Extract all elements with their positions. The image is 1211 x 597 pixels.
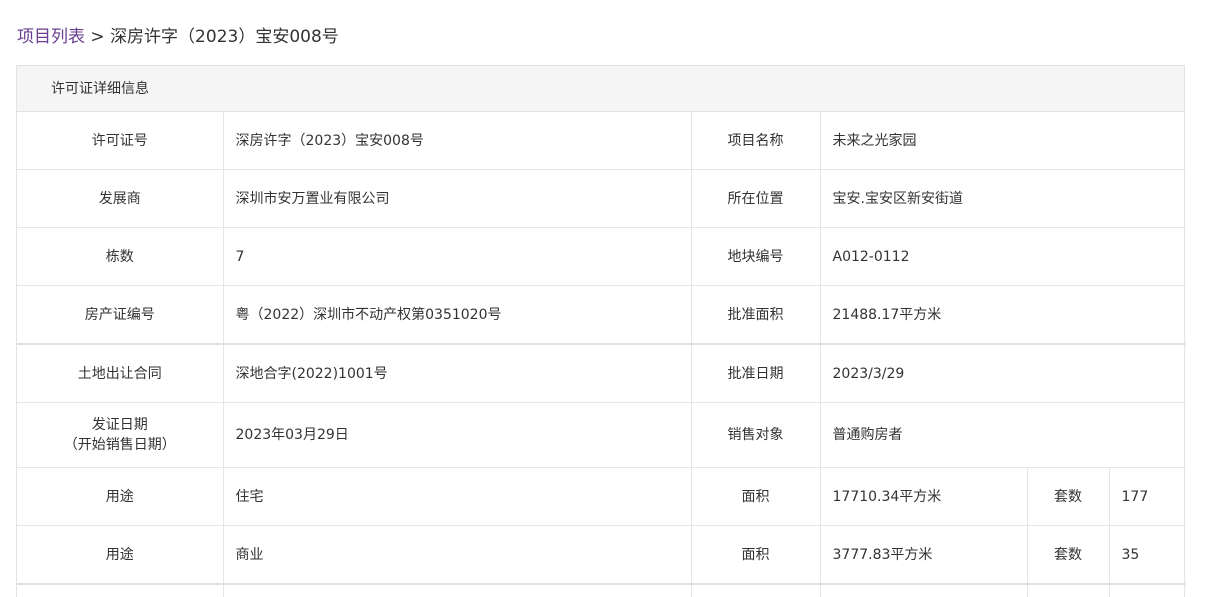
breadcrumb-separator: >	[90, 27, 105, 47]
buildings-value: 7	[222, 227, 692, 286]
buildings-label: 栋数	[17, 227, 224, 286]
usage-value: 住宅	[222, 467, 692, 526]
table-row-partial	[17, 583, 1187, 597]
table-row: 用途 住宅 面积 17710.34平方米 套数 177	[17, 467, 1187, 526]
sales-target-value: 普通购房者	[819, 402, 1187, 468]
location-value: 宝安.宝安区新安街道	[819, 169, 1187, 228]
table-row: 用途 商业 面积 3777.83平方米 套数 35	[17, 525, 1187, 585]
breadcrumb-current: 深房许字（2023）宝安008号	[110, 27, 339, 47]
location-label: 所在位置	[690, 169, 821, 228]
units-value: 177	[1108, 467, 1187, 526]
sales-target-label: 销售对象	[690, 402, 821, 468]
panel-title: 许可证详细信息	[17, 66, 1184, 112]
units-label: 套数	[1026, 525, 1110, 585]
plot-no-value: A012-0112	[819, 227, 1187, 286]
table-row: 房产证编号 粤（2022）深圳市不动产权第0351020号 批准面积 21488…	[17, 285, 1187, 345]
land-contract-value: 深地合字(2022)1001号	[222, 343, 692, 403]
table-cell	[17, 583, 224, 597]
table-cell	[222, 583, 692, 597]
approved-date-value: 2023/3/29	[819, 343, 1187, 403]
license-no-label: 许可证号	[17, 112, 224, 170]
property-cert-label: 房产证编号	[17, 285, 224, 345]
area-label: 面积	[690, 467, 821, 526]
approved-area-value: 21488.17平方米	[819, 285, 1187, 345]
table-row: 许可证号 深房许字（2023）宝安008号 项目名称 未来之光家园	[17, 112, 1187, 170]
breadcrumb-link-project-list[interactable]: 项目列表	[17, 27, 85, 47]
breadcrumb: 项目列表 > 深房许字（2023）宝安008号	[17, 26, 339, 48]
issue-date-label-line1: 发证日期	[91, 417, 148, 433]
issue-date-label-line2: （开始销售日期）	[63, 437, 176, 453]
plot-no-label: 地块编号	[690, 227, 821, 286]
table-cell	[819, 583, 1028, 597]
usage-label: 用途	[17, 525, 224, 585]
units-value: 35	[1108, 525, 1187, 585]
issue-date-value: 2023年03月29日	[222, 402, 692, 468]
table-row: 发展商 深圳市安万置业有限公司 所在位置 宝安.宝安区新安街道	[17, 169, 1187, 228]
license-detail-panel: 许可证详细信息 许可证号 深房许字（2023）宝安008号 项目名称 未来之光家…	[16, 65, 1187, 597]
table-row: 土地出让合同 深地合字(2022)1001号 批准日期 2023/3/29	[17, 343, 1187, 403]
usage-value: 商业	[222, 525, 692, 585]
approved-date-label: 批准日期	[690, 343, 821, 403]
developer-label: 发展商	[17, 169, 224, 228]
area-value: 3777.83平方米	[819, 525, 1028, 585]
area-value: 17710.34平方米	[819, 467, 1028, 526]
usage-label: 用途	[17, 467, 224, 526]
table-row: 发证日期 （开始销售日期） 2023年03月29日 销售对象 普通购房者	[17, 402, 1187, 468]
property-cert-value: 粤（2022）深圳市不动产权第0351020号	[222, 285, 692, 345]
table-cell	[1026, 583, 1110, 597]
approved-area-label: 批准面积	[690, 285, 821, 345]
project-name-value: 未来之光家园	[819, 112, 1187, 170]
issue-date-label: 发证日期 （开始销售日期）	[17, 402, 224, 468]
area-label: 面积	[690, 525, 821, 585]
table-cell	[1108, 583, 1187, 597]
project-name-label: 项目名称	[690, 112, 821, 170]
table-row: 栋数 7 地块编号 A012-0112	[17, 227, 1187, 286]
land-contract-label: 土地出让合同	[17, 343, 224, 403]
table-cell	[690, 583, 821, 597]
license-detail-table: 许可证号 深房许字（2023）宝安008号 项目名称 未来之光家园 发展商 深圳…	[17, 112, 1187, 597]
developer-value: 深圳市安万置业有限公司	[222, 169, 692, 228]
units-label: 套数	[1026, 467, 1110, 526]
license-no-value: 深房许字（2023）宝安008号	[222, 112, 692, 170]
